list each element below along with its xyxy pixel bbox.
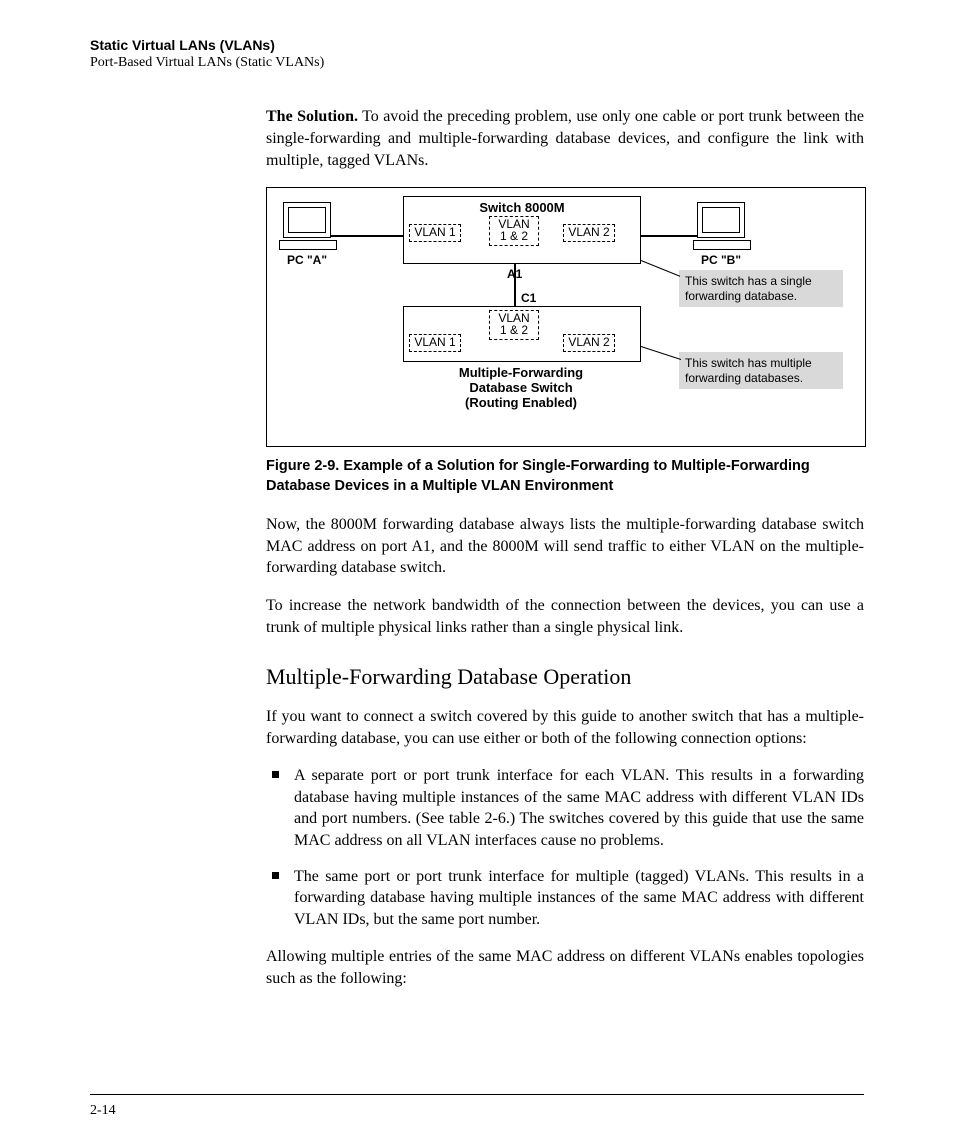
running-header-subtitle: Port-Based Virtual LANs (Static VLANs) (90, 54, 864, 72)
switch-bottom-vlan2: VLAN 2 (563, 334, 615, 352)
pc-b-base-icon (693, 240, 751, 250)
trunk-link (514, 264, 516, 308)
list-item: A separate port or port trunk interface … (266, 765, 864, 851)
figure-diagram: PC "A" Switch 8000M VLAN 1 VLAN 1 & 2 VL… (266, 187, 866, 447)
port-c1-label: C1 (521, 290, 536, 306)
wire-switch-to-pcb (641, 235, 697, 237)
running-header-title: Static Virtual LANs (VLANs) (90, 36, 864, 54)
switch-8000m-title: Switch 8000M (404, 197, 640, 217)
figure-caption: Figure 2-9. Example of a Solution for Si… (266, 457, 864, 496)
switch-top-vlan2: VLAN 2 (563, 224, 615, 242)
paragraph-after-figure: Now, the 8000M forwarding database alway… (266, 514, 864, 579)
paragraph-bandwidth: To increase the network bandwidth of the… (266, 595, 864, 638)
callout-multi-db: This switch has multiple forwarding data… (679, 352, 843, 389)
switch-top-vlan1: VLAN 1 (409, 224, 461, 242)
pc-a-label: PC "A" (283, 252, 331, 268)
switch-bottom-vlan1: VLAN 1 (409, 334, 461, 352)
wire-pca-to-switch (331, 235, 403, 237)
switch-bottom-title: Multiple-Forwarding Database Switch (Rou… (417, 366, 625, 411)
switch-bottom-vlan12: VLAN 1 & 2 (489, 310, 539, 340)
pc-b: PC "B" (697, 202, 745, 268)
solution-lead: The Solution. (266, 108, 358, 125)
pc-a: PC "A" (283, 202, 331, 268)
switch-top-vlan12: VLAN 1 & 2 (489, 216, 539, 246)
paragraph-intro: If you want to connect a switch covered … (266, 706, 864, 749)
pc-b-monitor-icon (697, 202, 745, 238)
pc-a-monitor-icon (283, 202, 331, 238)
callout-arrow-bottom (641, 346, 681, 360)
callout-arrow-top (641, 260, 680, 277)
footer-rule (90, 1094, 864, 1095)
callout-single-db: This switch has a single forwarding data… (679, 270, 843, 307)
paragraph-closing: Allowing multiple entries of the same MA… (266, 946, 864, 989)
solution-paragraph: The Solution. To avoid the preceding pro… (266, 106, 864, 171)
bullet-list: A separate port or port trunk interface … (266, 765, 864, 930)
list-item: The same port or port trunk interface fo… (266, 866, 864, 931)
page: Static Virtual LANs (VLANs) Port-Based V… (0, 0, 954, 1145)
section-heading: Multiple-Forwarding Database Operation (266, 662, 864, 692)
page-number: 2-14 (90, 1103, 116, 1119)
pc-b-label: PC "B" (697, 252, 745, 268)
pc-a-base-icon (279, 240, 337, 250)
content-column: The Solution. To avoid the preceding pro… (266, 106, 864, 989)
